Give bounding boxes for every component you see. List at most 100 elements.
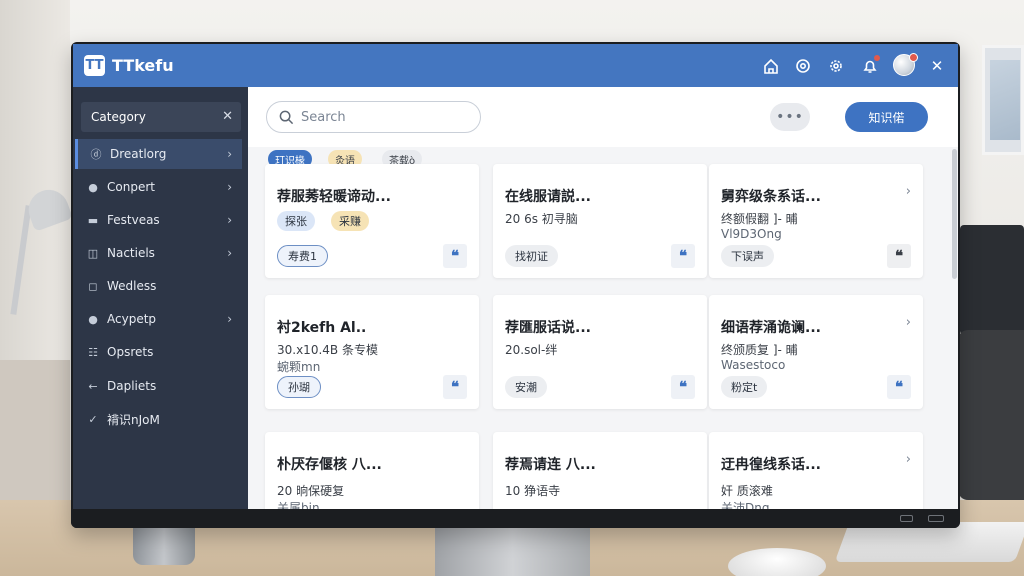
card-status-pill[interactable]: 粉定t	[721, 376, 768, 398]
chevron-right-icon: ›	[227, 312, 232, 326]
monitor-input-button	[900, 515, 913, 522]
card-line: 蜿颗mn	[277, 360, 321, 374]
knowledge-card[interactable]: 荐服莠轻暖谛动... 探张 采赚 寿费1 ❝	[265, 164, 479, 278]
gear-icon[interactable]	[826, 56, 846, 76]
sidebar-item-festveas[interactable]: ▬ Festveas ›	[75, 205, 242, 235]
sidebar-item-icon: ☷	[88, 345, 98, 359]
sidebar-item-label: Dreatlorg	[110, 147, 167, 161]
sidebar-item-icon: ✓	[88, 412, 98, 426]
card-line: 关属bin	[277, 501, 320, 509]
sidebar-item-opsrets[interactable]: ☷ Opsrets	[75, 337, 242, 367]
search-placeholder: Search	[301, 109, 346, 125]
avatar-status-dot	[909, 53, 918, 62]
background-monitor	[960, 225, 1024, 335]
sidebar-item-icon: ←	[88, 379, 98, 393]
card-tag[interactable]: 采赚	[331, 211, 369, 231]
card-title: 在线服请説...	[505, 189, 591, 205]
sidebar-item-wedless[interactable]: ◻ Wedless	[75, 271, 242, 301]
knowledge-card[interactable]: 在线服请説... 20 6s 初寻脑 找初证 ❝	[493, 164, 707, 278]
card-line: 20 6s 初寻脑	[505, 212, 578, 226]
category-close-icon[interactable]: ✕	[222, 109, 233, 124]
quote-icon[interactable]: ❝	[443, 375, 467, 399]
app-title: TTkefu	[112, 56, 174, 75]
app-logo: TT	[84, 55, 105, 76]
card-status-pill[interactable]: 寿费1	[277, 245, 328, 267]
card-title: 衬2kefh Al..	[277, 320, 367, 336]
chevron-right-icon[interactable]: ›	[906, 184, 911, 199]
search-input[interactable]: Search	[266, 101, 481, 133]
card-tag[interactable]: 探张	[277, 211, 315, 231]
card-title: 朴厌存偃核 八...	[277, 457, 382, 473]
sidebar-item-nactiels[interactable]: ◫ Nactiels ›	[75, 238, 242, 268]
sidebar-item-label: Wedless	[107, 279, 157, 293]
card-line: 关沛Dng	[721, 501, 770, 509]
sidebar-item-conpert[interactable]: ● Conpert ›	[75, 172, 242, 202]
quote-icon[interactable]: ❝	[887, 375, 911, 399]
card-line: 终颁质复 ]- 晡	[721, 343, 798, 357]
chevron-right-icon: ›	[227, 246, 232, 260]
card-title: 迂冉徨线系话...	[721, 457, 821, 473]
monitor-bezel	[71, 509, 960, 528]
vertical-scrollbar[interactable]	[952, 149, 957, 279]
home-icon[interactable]	[761, 56, 781, 76]
knowledge-base-button[interactable]: 知识偌	[845, 102, 928, 132]
knowledge-card[interactable]: 舅弈级条系话... › 终额假翻 ]- 晡 Vl9D3Ong 下误声 ❝	[709, 164, 923, 278]
card-title: 荐匯服话说...	[505, 320, 591, 336]
toolbar: Search ••• 知识偌	[248, 87, 958, 147]
sidebar: Category ✕ ⓓ Dreatlorg › ● Conpert › ▬ F…	[73, 87, 248, 509]
chevron-right-icon[interactable]: ›	[906, 315, 911, 330]
sidebar-item-label: Conpert	[107, 180, 155, 194]
knowledge-card[interactable]: 细语荐涌诡谰... › 终颁质复 ]- 晡 Wasestoco 粉定t ❝	[709, 295, 923, 409]
background-desk	[0, 360, 70, 500]
card-line: 奸 质滚难	[721, 484, 773, 498]
category-header[interactable]: Category ✕	[81, 102, 241, 132]
search-icon	[279, 110, 294, 124]
card-status-pill[interactable]: 下误声	[721, 245, 774, 267]
card-status-pill[interactable]: 安潮	[505, 376, 547, 398]
chevron-right-icon[interactable]: ›	[906, 452, 911, 467]
wall-picture	[990, 60, 1020, 140]
sidebar-item-label: Opsrets	[107, 345, 154, 359]
app-window: TT TTkefu ✕ Category ✕ ⓓ Dreatlorg › ● C…	[73, 44, 958, 509]
chevron-right-icon: ›	[227, 213, 232, 227]
quote-icon[interactable]: ❝	[887, 244, 911, 268]
title-bar: TT TTkefu ✕	[73, 44, 958, 87]
card-line: 30.x10.4B 条专模	[277, 343, 378, 357]
sidebar-item-label: Nactiels	[107, 246, 155, 260]
quote-icon[interactable]: ❝	[443, 244, 467, 268]
card-status-pill[interactable]: 孙瑚	[277, 376, 321, 398]
card-title: 荐焉请连 八...	[505, 457, 596, 473]
card-status-pill[interactable]: 找初证	[505, 245, 558, 267]
sidebar-item-icon: ⓓ	[90, 148, 102, 161]
sidebar-item-icon: ◫	[87, 246, 99, 260]
card-line: 20.sol-绊	[505, 343, 558, 357]
card-title: 舅弈级条系话...	[721, 189, 821, 205]
sidebar-item-knowledge[interactable]: ✓ 褙识nJoM	[75, 404, 242, 434]
sidebar-item-dapliets[interactable]: ← Dapliets	[75, 371, 242, 401]
knowledge-card[interactable]: 荐匯服话说... 20.sol-绊 安潮 ❝	[493, 295, 707, 409]
sidebar-item-label: Festveas	[107, 213, 160, 227]
knowledge-card[interactable]: 朴厌存偃核 八... 20 晌保硬复 关属bin	[265, 432, 479, 509]
monitor-power-button	[928, 515, 944, 522]
sidebar-item-acypetp[interactable]: ● Acypetp ›	[75, 304, 242, 334]
sidebar-item-icon: ◻	[88, 279, 98, 293]
knowledge-card[interactable]: 迂冉徨线系话... › 奸 质滚难 关沛Dng	[709, 432, 923, 509]
desk-vase	[133, 527, 195, 565]
sidebar-item-icon: ●	[88, 312, 98, 326]
computer-mouse	[728, 548, 826, 576]
knowledge-card[interactable]: 衬2kefh Al.. 30.x10.4B 条专模 蜿颗mn 孙瑚 ❝	[265, 295, 479, 409]
sidebar-item-dreatlorg[interactable]: ⓓ Dreatlorg ›	[75, 139, 242, 169]
card-line: 10 狰语寺	[505, 484, 561, 498]
settings-icon[interactable]	[793, 56, 813, 76]
more-options-button[interactable]: •••	[770, 103, 810, 131]
sidebar-item-label: 褙识nJoM	[107, 412, 160, 427]
close-icon[interactable]: ✕	[927, 56, 947, 76]
card-line: 20 晌保硬复	[277, 484, 345, 498]
keyboard	[834, 522, 1024, 562]
quote-icon[interactable]: ❝	[671, 375, 695, 399]
monitor-stand	[435, 527, 590, 576]
card-title: 荐服莠轻暖谛动...	[277, 189, 391, 205]
knowledge-card[interactable]: 荐焉请连 八... 10 狰语寺	[493, 432, 707, 509]
category-label: Category	[91, 110, 146, 124]
quote-icon[interactable]: ❝	[671, 244, 695, 268]
